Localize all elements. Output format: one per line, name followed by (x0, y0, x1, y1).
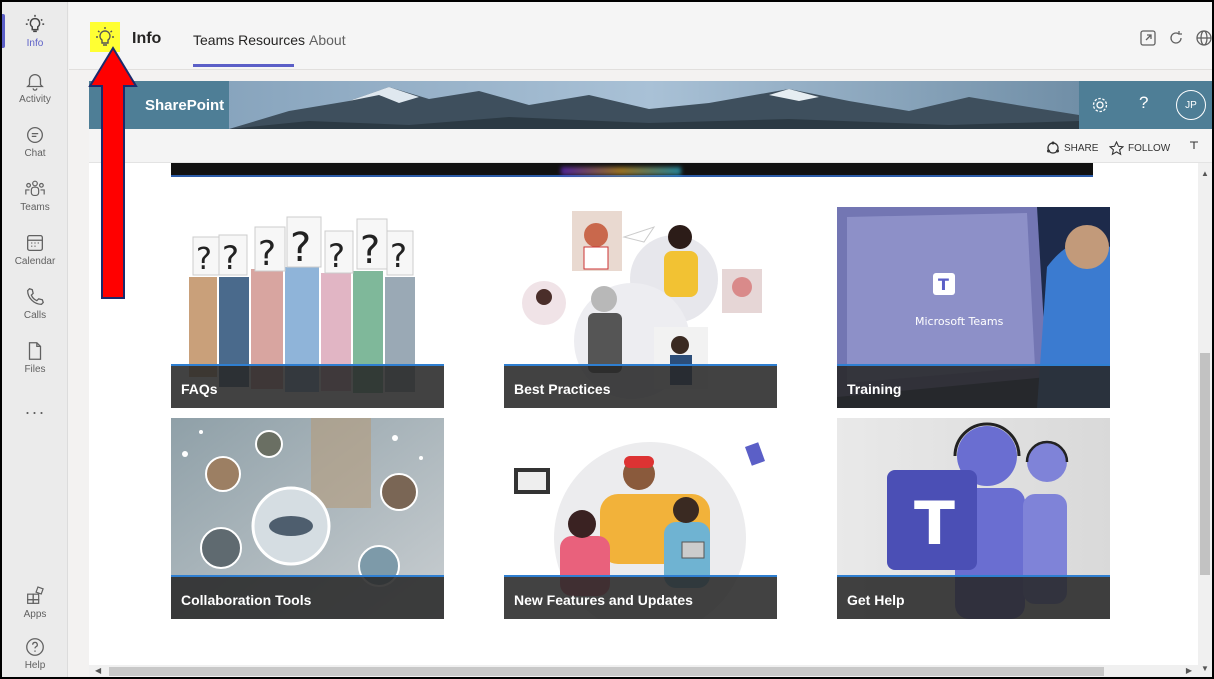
tab-teams-resources[interactable]: Teams Resources (193, 32, 305, 48)
horizontal-scrollbar[interactable]: ◀ ▶ (89, 665, 1198, 677)
expand-icon[interactable] (1188, 139, 1200, 151)
sharepoint-suite-bar: ··· SharePoint ? JP (89, 81, 1212, 129)
vertical-scrollbar[interactable]: ▲ ▼ (1198, 163, 1212, 677)
rail-item-teams[interactable]: Teams (2, 170, 68, 220)
tile-caption-bar: Collaboration Tools (171, 575, 444, 619)
tile-collaboration-tools[interactable]: Collaboration Tools (171, 418, 444, 619)
rail-item-apps[interactable]: Apps (2, 577, 68, 627)
tile-new-features-and-updates[interactable]: New Features and Updates (504, 418, 777, 619)
tile-label: Get Help (847, 592, 905, 608)
svg-text:?: ? (360, 228, 380, 272)
globe-icon[interactable] (1195, 29, 1212, 47)
rail-item-label: Files (24, 363, 46, 375)
share-icon (1047, 141, 1059, 154)
file-icon (28, 341, 42, 360)
tile-best-practices[interactable]: Best Practices (504, 207, 777, 408)
popout-icon[interactable] (1139, 29, 1157, 47)
teams-window: Info Activity Chat Teams Calendar Calls … (2, 2, 1212, 677)
apps-icon (27, 585, 44, 604)
svg-text:T: T (914, 489, 955, 559)
svg-text:?: ? (390, 237, 407, 275)
rail-item-chat[interactable]: Chat (2, 116, 68, 166)
star-icon (1109, 141, 1124, 156)
svg-text:?: ? (222, 239, 239, 277)
svg-text:?: ? (290, 225, 311, 271)
rail-item-info[interactable]: Info (2, 6, 68, 56)
horizontal-scroll-thumb[interactable] (109, 667, 1104, 676)
follow-button[interactable]: FOLLOW (1109, 141, 1170, 156)
active-tab-indicator (193, 64, 294, 67)
training-image-text: Microsoft Teams (915, 315, 1004, 328)
scroll-down-icon[interactable]: ▼ (1201, 664, 1209, 673)
svg-text:T: T (938, 275, 949, 294)
chat-icon (27, 126, 43, 143)
help-icon (26, 637, 44, 656)
tile-training[interactable]: T Microsoft Teams Training (837, 207, 1110, 408)
sharepoint-help-button[interactable]: ? (1139, 93, 1148, 113)
annotation-arrow-icon (88, 46, 138, 299)
sharepoint-user-area: ? JP (1079, 81, 1212, 129)
phone-icon (27, 287, 44, 305)
svg-text:?: ? (196, 242, 212, 277)
tile-caption-bar: New Features and Updates (504, 575, 777, 619)
rail-item-calendar[interactable]: Calendar (2, 224, 68, 274)
tile-caption-bar: Get Help (837, 575, 1110, 619)
tab-about[interactable]: About (309, 32, 346, 48)
teams-icon (25, 180, 45, 196)
tile-caption-bar: Best Practices (504, 364, 777, 408)
vertical-scroll-thumb[interactable] (1200, 353, 1210, 575)
settings-gear-icon[interactable] (1091, 96, 1109, 114)
rail-item-label: Chat (24, 147, 46, 159)
rail-item-help[interactable]: Help (2, 628, 68, 677)
tile-label: FAQs (181, 381, 218, 397)
rail-item-label: Info (26, 37, 44, 49)
avatar[interactable]: JP (1176, 90, 1206, 120)
rail-item-label: Activity (19, 93, 51, 105)
rail-item-label: Teams (20, 201, 50, 213)
more-apps-button[interactable]: ··· (2, 402, 68, 423)
rail-item-calls[interactable]: Calls (2, 278, 68, 328)
sharepoint-content: ··· SharePoint ? JP SHARE FOLLOW (89, 81, 1212, 677)
scroll-up-icon[interactable]: ▲ (1201, 169, 1209, 178)
mountain-banner (89, 81, 1212, 129)
tile-label: Best Practices (514, 381, 611, 397)
svg-text:?: ? (328, 237, 345, 275)
rail-item-label: Apps (23, 608, 47, 620)
rail-item-label: Calendar (14, 255, 56, 267)
tile-caption-bar: Training (837, 364, 1110, 408)
share-label: SHARE (1064, 142, 1099, 154)
bell-icon (26, 73, 44, 91)
sharepoint-title[interactable]: SharePoint (145, 97, 224, 114)
rail-item-files[interactable]: Files (2, 332, 68, 382)
scroll-left-icon[interactable]: ◀ (95, 666, 101, 675)
follow-label: FOLLOW (1128, 143, 1171, 154)
tile-label: Collaboration Tools (181, 592, 312, 608)
tile-caption-bar: FAQs (171, 364, 444, 408)
rail-item-activity[interactable]: Activity (2, 62, 68, 112)
tile-get-help[interactable]: T Get Help (837, 418, 1110, 619)
rail-item-label: Help (24, 659, 46, 671)
scroll-right-icon[interactable]: ▶ (1186, 666, 1192, 675)
tile-label: Training (847, 381, 902, 397)
svg-text:?: ? (258, 234, 276, 274)
hero-image-strip (171, 163, 1093, 177)
app-rail: Info Activity Chat Teams Calendar Calls … (2, 2, 68, 677)
refresh-icon[interactable] (1167, 29, 1185, 47)
tile-faqs[interactable]: ? ? ? ? ? ? ? FAQs (171, 207, 444, 408)
app-header: Info Teams Resources About (69, 2, 1212, 70)
page-command-bar: SHARE FOLLOW (89, 129, 1212, 163)
tile-label: New Features and Updates (514, 592, 693, 608)
calendar-icon (27, 234, 43, 251)
lightbulb-icon (25, 14, 45, 32)
share-button[interactable]: SHARE (1046, 141, 1098, 155)
rail-item-label: Calls (23, 309, 47, 321)
